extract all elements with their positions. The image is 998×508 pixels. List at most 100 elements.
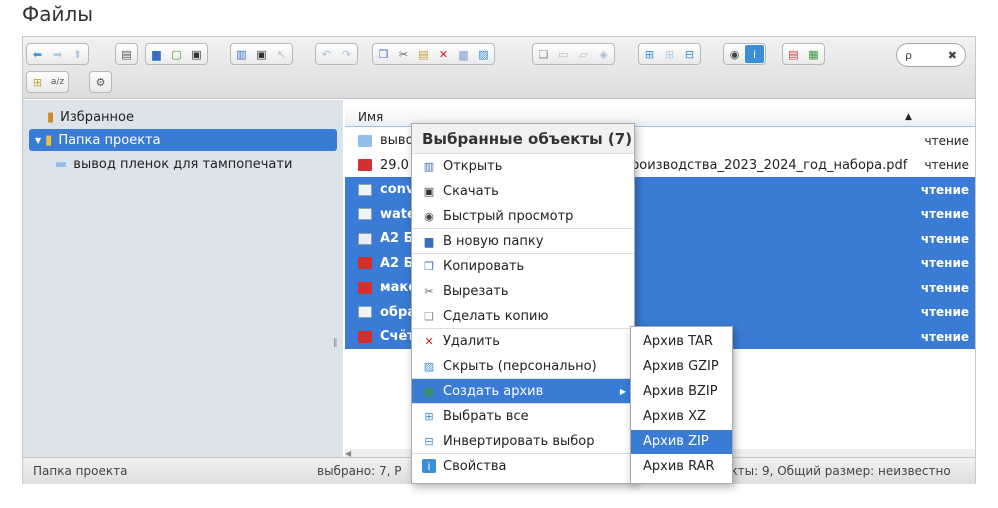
empty-icon[interactable]: ▆ <box>454 45 473 63</box>
context-menu-item-label: Выбрать все <box>443 408 529 424</box>
toolbar-group-select: ⊞ ⊞ ⊟ <box>638 43 701 65</box>
status-selected: выбрано: 7, Р <box>317 464 402 478</box>
quicklook-icon: ◉ <box>424 209 434 223</box>
context-menu-item-label: Сделать копию <box>443 308 549 324</box>
image-icon <box>358 208 372 220</box>
file-permissions: чтение <box>920 231 969 246</box>
archive-submenu-item[interactable]: Архив BZIP <box>631 380 732 404</box>
select-invert-icon[interactable]: ⊟ <box>680 45 699 63</box>
toolbar-group-create: ▆ ▢ ▣ <box>145 43 208 65</box>
archive-submenu-item[interactable]: Архив ZIP <box>631 430 732 454</box>
context-menu-item-label: Свойства <box>443 458 507 474</box>
info-icon[interactable]: i <box>745 45 764 63</box>
file-permissions: чтение <box>920 207 969 221</box>
redo-icon[interactable]: ↷ <box>337 45 356 63</box>
undo-icon[interactable]: ↶ <box>317 45 336 63</box>
column-header-label: Имя <box>358 109 384 124</box>
archive-submenu-item[interactable]: Архив GZIP <box>631 355 732 379</box>
context-menu-item[interactable]: ▣ Скачать <box>412 179 634 203</box>
duplicate-icon: ❏ <box>424 309 434 323</box>
delete-icon[interactable]: ✕ <box>434 45 453 63</box>
rename-icon[interactable]: ▭ <box>554 45 573 63</box>
chevron-down-icon[interactable]: ▼ <box>35 136 41 145</box>
open-icon: ▥ <box>423 159 435 173</box>
project-folder-icon: ▮ <box>45 132 53 148</box>
folder-icon <box>358 134 372 147</box>
context-menu-item[interactable]: ⊟ Инвертировать выбор <box>412 429 634 453</box>
context-menu-item-label: Копировать <box>443 258 525 274</box>
tree-item-project-folder[interactable]: ▼ ▮ Папка проекта <box>29 129 337 151</box>
resize-icon[interactable]: ◈ <box>594 45 613 63</box>
context-menu-item[interactable]: ❏ Сделать копию <box>412 304 634 328</box>
delete-icon: ✕ <box>424 334 434 348</box>
sort-icon[interactable]: a/z <box>48 73 67 91</box>
select-invert-icon: ⊟ <box>424 434 434 448</box>
back-icon[interactable]: ⬅ <box>28 45 47 63</box>
tree-item-subfolder[interactable]: ▬ вывод пленок для тампопечати <box>49 153 292 175</box>
pdf-icon <box>358 159 372 171</box>
context-menu-item[interactable]: ▨ Скрыть (персонально) <box>412 354 634 378</box>
file-permissions: чтение <box>924 133 970 148</box>
navbar-tree: ▮ Избранное ▼ ▮ Папка проекта ▬ вывод пл… <box>23 100 343 457</box>
select-all-icon[interactable]: ⊞ <box>640 45 659 63</box>
getfile-icon[interactable]: ↖ <box>272 45 291 63</box>
cut-icon[interactable]: ✂ <box>394 45 413 63</box>
context-menu-item[interactable]: ▆ В новую папку <box>412 229 634 253</box>
duplicate-icon[interactable]: ❏ <box>534 45 553 63</box>
status-total: екты: 9, Общий размер: неизвестно <box>723 464 951 478</box>
sort-asc-icon: ▲ <box>905 111 912 122</box>
pdf-icon <box>358 330 372 343</box>
toolbar-group-edit: ❐ ✂ ▤ ✕ ▆ ▨ <box>372 43 495 65</box>
image-icon <box>358 183 372 196</box>
copy-icon[interactable]: ❐ <box>374 45 393 63</box>
status-path: Папка проекта <box>33 464 128 478</box>
archive-icon[interactable]: ▦ <box>804 45 823 63</box>
edit-icon[interactable]: ▱ <box>574 45 593 63</box>
context-menu-item[interactable]: ▥ Открыть <box>412 154 634 178</box>
search-clear-icon[interactable]: ✖ <box>948 49 957 62</box>
context-menu-item[interactable]: ▦ Создать архив ▶ <box>412 379 634 403</box>
extract-icon[interactable]: ▤ <box>784 45 803 63</box>
file-permissions: чтение <box>920 305 969 319</box>
mkfile-icon[interactable]: ▢ <box>167 45 186 63</box>
open-icon[interactable]: ▥ <box>232 45 251 63</box>
resize-grip-icon[interactable]: ‖ <box>333 338 338 348</box>
up-icon[interactable]: ⬆ <box>68 45 87 63</box>
forward-icon[interactable]: ➡ <box>48 45 67 63</box>
context-menu-item-label: Инвертировать выбор <box>443 433 595 449</box>
context-menu-item-label: Удалить <box>443 333 500 349</box>
archive-submenu-item[interactable]: Архив TAR <box>631 330 732 354</box>
image-icon <box>358 306 372 318</box>
file-permissions: чтение <box>920 329 969 344</box>
tree-item-favorites[interactable]: ▮ Избранное <box>29 106 134 128</box>
view-icon[interactable]: ⊞ <box>28 73 47 91</box>
context-menu-item[interactable]: ✂ Вырезать <box>412 279 634 303</box>
hide-icon[interactable]: ▨ <box>474 45 493 63</box>
context-menu-item[interactable]: ❐ Копировать <box>412 254 634 278</box>
paste-icon[interactable]: ▤ <box>414 45 433 63</box>
cut-icon: ✂ <box>424 284 434 298</box>
submenu-arrow-icon: ▶ <box>619 386 626 396</box>
context-menu-item[interactable]: ◉ Быстрый просмотр <box>412 204 634 228</box>
tree-item-label: вывод пленок для тампопечати <box>73 156 293 172</box>
upload-icon[interactable]: ▣ <box>187 45 206 63</box>
search-input[interactable]: ρ ✖ <box>896 43 966 67</box>
context-menu-item[interactable]: ✕ Удалить <box>412 329 634 353</box>
download-icon[interactable]: ▣ <box>252 45 271 63</box>
tree-item-label: Избранное <box>60 109 134 125</box>
select-none-icon[interactable]: ⊞ <box>660 45 679 63</box>
context-menu: Выбранные объекты (7) ▥ Открыть ▣ Скачать ◉ Б… <box>411 123 635 484</box>
archive-submenu: Архив TAR Архив GZIP Архив BZIP Архив XZ Арх… <box>630 326 733 484</box>
file-permissions: чтение <box>920 182 969 197</box>
archive-submenu-item[interactable]: Архив XZ <box>631 405 732 429</box>
context-menu-item[interactable]: i Свойства <box>412 454 634 478</box>
mkdir-icon[interactable]: ▆ <box>147 45 166 63</box>
preferences-icon[interactable]: ⚙ <box>91 73 110 91</box>
netmount-icon[interactable]: ▤ <box>117 45 136 63</box>
context-menu-item[interactable]: ⊞ Выбрать все <box>412 404 634 428</box>
quicklook-icon[interactable]: ◉ <box>725 45 744 63</box>
file-permissions: чтение <box>924 158 970 172</box>
archive-submenu-item[interactable]: Архив RAR <box>631 455 732 479</box>
toolbar-group-prefs: ⚙ <box>89 71 112 93</box>
new-folder-icon: ▆ <box>424 234 434 248</box>
